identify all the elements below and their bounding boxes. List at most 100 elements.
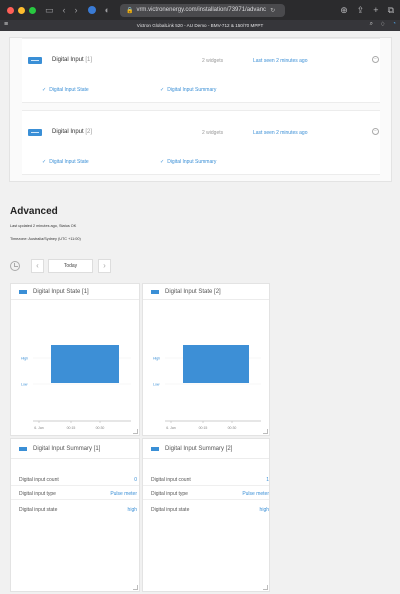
- row-value: 1: [266, 477, 269, 483]
- user-avatar-icon[interactable]: ◔: [392, 21, 396, 28]
- resize-handle[interactable]: [263, 585, 268, 590]
- divider: [11, 485, 139, 486]
- digital-input-icon: [28, 129, 42, 136]
- state-widget-2: Digital Input State [2] High Low 6. Jan 00:…: [142, 283, 270, 436]
- new-tab-icon[interactable]: +: [373, 5, 378, 16]
- summary-row: Digital input state high: [151, 507, 269, 513]
- summary-row: Digital input type Pulse meter: [19, 491, 137, 497]
- privacy-shield-icon[interactable]: [87, 6, 96, 14]
- widget-header[interactable]: Digital Input State [1]: [11, 284, 139, 300]
- row-label: Digital input count: [19, 477, 59, 483]
- widget-toggle-state[interactable]: ✓ Digital Input State: [42, 159, 89, 165]
- widget-count: 2 widgets: [202, 58, 224, 64]
- address-bar[interactable]: 🔒 vrm.victronenergy.com/installation/739…: [119, 3, 285, 17]
- y-tick-label: High: [21, 357, 28, 361]
- state-widget-1: Digital Input State [1] High Low 6. Jan 00:…: [10, 283, 140, 436]
- state-area: [51, 345, 119, 383]
- sidebar-toggle-icon[interactable]: ▭: [45, 5, 54, 15]
- x-tick-label: 6. Jan: [34, 426, 44, 430]
- next-day-button[interactable]: ›: [98, 259, 111, 273]
- device-row[interactable]: Digital Input [2] 2 widgets Last seen 2 …: [22, 110, 380, 175]
- widget-header[interactable]: Digital Input Summary [1]: [11, 439, 139, 459]
- row-label: Digital input count: [151, 477, 191, 483]
- minimize-window-button[interactable]: [18, 6, 25, 14]
- state-area: [183, 345, 249, 383]
- device-name: Digital Input [1]: [52, 57, 93, 63]
- widget-header[interactable]: Digital Input Summary [2]: [143, 439, 269, 459]
- widget-title: Digital Input State [2]: [165, 288, 221, 295]
- widget-title: Digital Input Summary [2]: [165, 445, 233, 452]
- last-updated-status: Last updated 2 minutes ago, Status OK: [10, 224, 77, 228]
- widget-toggle-state[interactable]: ✓ Digital Input State: [42, 87, 89, 93]
- back-icon[interactable]: ‹: [63, 5, 66, 15]
- widget-title: Digital Input State [1]: [33, 288, 89, 295]
- x-tick-label: 00:15: [199, 426, 208, 430]
- x-tick-label: 00:15: [67, 426, 76, 430]
- last-seen: Last seen 2 minutes ago: [253, 130, 308, 136]
- y-tick-label: High: [153, 357, 160, 361]
- divider: [143, 499, 269, 500]
- notifications-icon[interactable]: ♢: [380, 21, 385, 28]
- row-label: Digital input state: [19, 507, 58, 513]
- expand-icon[interactable]: −: [372, 128, 379, 135]
- resize-handle[interactable]: [133, 429, 138, 434]
- tab-overview-icon[interactable]: ⧉: [388, 5, 394, 16]
- close-window-button[interactable]: [7, 6, 14, 14]
- check-icon: ✓: [160, 159, 165, 165]
- divider: [143, 485, 269, 486]
- divider: [11, 499, 139, 500]
- check-icon: ✓: [42, 87, 47, 93]
- timezone-label: Timezone: Australia/Sydney (UTC +11:00): [10, 237, 81, 241]
- browser-toolbar: ▭ ‹ › ◐ 🔒 vrm.victronenergy.com/installa…: [0, 0, 400, 20]
- widget-toggle-summary[interactable]: ✓ Digital Input Summary: [160, 159, 216, 165]
- installation-title: Victron GlobalLink 520 - AU Demo - BMV-7…: [136, 23, 264, 28]
- state-chart: High Low 6. Jan 00:15 00:30: [21, 345, 131, 430]
- widget-header[interactable]: Digital Input State [2]: [143, 284, 269, 300]
- page-title: Advanced: [10, 206, 58, 217]
- widget-count: 2 widgets: [202, 130, 224, 136]
- y-tick-label: Low: [21, 383, 28, 387]
- widget-title: Digital Input Summary [1]: [33, 445, 101, 452]
- clock-icon[interactable]: [10, 261, 20, 271]
- widget-icon: [151, 446, 159, 451]
- resize-handle[interactable]: [263, 429, 268, 434]
- summary-widget-2: Digital Input Summary [2] Digital input …: [142, 438, 270, 592]
- widget-icon: [19, 289, 27, 294]
- row-label: Digital input state: [151, 507, 190, 513]
- today-button[interactable]: Today: [48, 259, 93, 273]
- check-icon: ✓: [160, 87, 165, 93]
- summary-row: Digital input count 1: [151, 477, 269, 483]
- resize-handle[interactable]: [133, 585, 138, 590]
- share-icon[interactable]: ⇪: [357, 5, 365, 16]
- check-icon: ✓: [42, 159, 47, 165]
- row-label: Digital input type: [151, 491, 188, 497]
- device-row[interactable]: Digital Input [1] 2 widgets Last seen 2 …: [22, 38, 380, 103]
- x-tick-label: 00:30: [96, 426, 105, 430]
- digital-input-icon: [28, 57, 42, 64]
- row-value: high: [127, 507, 137, 513]
- forward-icon[interactable]: ›: [75, 5, 78, 15]
- device-list-panel: Digital Input [1] 2 widgets Last seen 2 …: [9, 37, 392, 182]
- app-header: ≡ Victron GlobalLink 520 - AU Demo - BMV…: [0, 20, 400, 31]
- half-moon-icon[interactable]: ◐: [105, 5, 110, 15]
- search-icon[interactable]: ⌕: [370, 21, 373, 28]
- summary-row: Digital input count 0: [19, 477, 137, 483]
- window-controls[interactable]: [7, 6, 36, 14]
- row-value: Pulse meter: [242, 491, 269, 497]
- previous-day-button[interactable]: ‹: [31, 259, 44, 273]
- url-text: vrm.victronenergy.com/installation/73971…: [136, 7, 267, 13]
- hamburger-menu-icon[interactable]: ≡: [4, 21, 8, 28]
- summary-widget-1: Digital Input Summary [1] Digital input …: [10, 438, 140, 592]
- zoom-window-button[interactable]: [29, 6, 36, 14]
- widget-toggle-summary[interactable]: ✓ Digital Input Summary: [160, 87, 216, 93]
- state-chart: High Low 6. Jan 00:15 00:30: [153, 345, 261, 430]
- expand-icon[interactable]: −: [372, 56, 379, 63]
- y-tick-label: Low: [153, 383, 160, 387]
- lock-icon: 🔒: [125, 7, 134, 14]
- row-value: high: [259, 507, 269, 513]
- last-seen: Last seen 2 minutes ago: [253, 58, 308, 64]
- download-icon[interactable]: ⊕: [340, 5, 348, 16]
- x-tick-label: 00:30: [228, 426, 237, 430]
- row-value: 0: [134, 477, 137, 483]
- reload-icon[interactable]: ↻: [270, 7, 275, 14]
